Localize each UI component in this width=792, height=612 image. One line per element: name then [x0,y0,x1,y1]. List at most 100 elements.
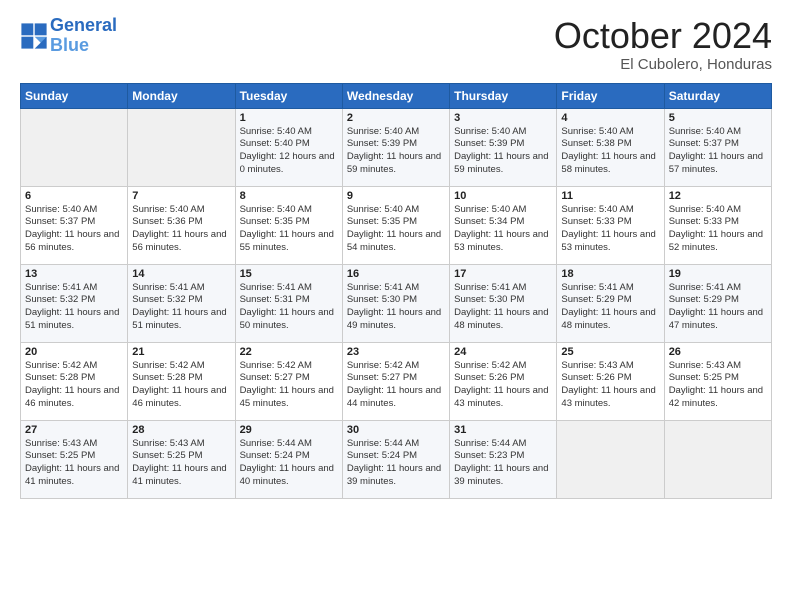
day-info: Sunrise: 5:42 AMSunset: 5:28 PMDaylight:… [132,360,230,411]
day-info: Sunrise: 5:43 AMSunset: 5:26 PMDaylight:… [561,360,659,411]
day-info: Sunrise: 5:40 AMSunset: 5:35 PMDaylight:… [347,204,445,255]
day-number: 16 [347,268,445,280]
day-info: Sunrise: 5:40 AMSunset: 5:39 PMDaylight:… [454,126,552,177]
day-info: Sunrise: 5:40 AMSunset: 5:39 PMDaylight:… [347,126,445,177]
day-number: 29 [240,424,338,436]
calendar-cell: 28 Sunrise: 5:43 AMSunset: 5:25 PMDayligh… [128,420,235,498]
calendar-cell: 11 Sunrise: 5:40 AMSunset: 5:33 PMDayligh… [557,186,664,264]
day-number: 23 [347,346,445,358]
col-sunday: Sunday [21,83,128,108]
col-saturday: Saturday [664,83,771,108]
calendar-cell: 25 Sunrise: 5:43 AMSunset: 5:26 PMDayligh… [557,342,664,420]
calendar-cell: 16 Sunrise: 5:41 AMSunset: 5:30 PMDayligh… [342,264,449,342]
calendar-cell: 21 Sunrise: 5:42 AMSunset: 5:28 PMDayligh… [128,342,235,420]
day-info: Sunrise: 5:40 AMSunset: 5:33 PMDaylight:… [561,204,659,255]
col-wednesday: Wednesday [342,83,449,108]
day-info: Sunrise: 5:44 AMSunset: 5:24 PMDaylight:… [240,438,338,489]
day-number: 13 [25,268,123,280]
day-info: Sunrise: 5:41 AMSunset: 5:32 PMDaylight:… [25,282,123,333]
day-info: Sunrise: 5:42 AMSunset: 5:28 PMDaylight:… [25,360,123,411]
calendar-cell: 29 Sunrise: 5:44 AMSunset: 5:24 PMDayligh… [235,420,342,498]
day-number: 20 [25,346,123,358]
calendar: Sunday Monday Tuesday Wednesday Thursday… [20,83,772,499]
logo-text: General Blue [50,16,117,56]
calendar-cell: 15 Sunrise: 5:41 AMSunset: 5:31 PMDayligh… [235,264,342,342]
logo-icon [20,22,48,50]
day-number: 12 [669,190,767,202]
calendar-cell: 10Sunrise: 5:40 AMSunset: 5:34 PMDayligh… [450,186,557,264]
day-number: 5 [669,112,767,124]
day-info: Sunrise: 5:40 AMSunset: 5:35 PMDaylight:… [240,204,338,255]
calendar-cell: 26 Sunrise: 5:43 AMSunset: 5:25 PMDayligh… [664,342,771,420]
calendar-cell [664,420,771,498]
calendar-cell: 23Sunrise: 5:42 AMSunset: 5:27 PMDayligh… [342,342,449,420]
logo: General Blue [20,16,117,56]
day-number: 18 [561,268,659,280]
calendar-cell: 31 Sunrise: 5:44 AMSunset: 5:23 PMDayligh… [450,420,557,498]
day-number: 3 [454,112,552,124]
day-number: 15 [240,268,338,280]
day-number: 26 [669,346,767,358]
day-number: 27 [25,424,123,436]
calendar-cell: 19 Sunrise: 5:41 AMSunset: 5:29 PMDayligh… [664,264,771,342]
col-friday: Friday [557,83,664,108]
day-info: Sunrise: 5:43 AMSunset: 5:25 PMDaylight:… [25,438,123,489]
calendar-cell: 5 Sunrise: 5:40 AMSunset: 5:37 PMDaylight… [664,108,771,186]
day-info: Sunrise: 5:40 AMSunset: 5:40 PMDaylight:… [240,126,338,177]
calendar-cell: 9 Sunrise: 5:40 AMSunset: 5:35 PMDaylight… [342,186,449,264]
day-info: Sunrise: 5:40 AMSunset: 5:37 PMDaylight:… [669,126,767,177]
day-number: 17 [454,268,552,280]
day-info: Sunrise: 5:40 AMSunset: 5:36 PMDaylight:… [132,204,230,255]
calendar-cell: 30 Sunrise: 5:44 AMSunset: 5:24 PMDayligh… [342,420,449,498]
day-info: Sunrise: 5:43 AMSunset: 5:25 PMDaylight:… [669,360,767,411]
day-info: Sunrise: 5:40 AMSunset: 5:38 PMDaylight:… [561,126,659,177]
day-number: 25 [561,346,659,358]
day-info: Sunrise: 5:40 AMSunset: 5:37 PMDaylight:… [25,204,123,255]
day-number: 19 [669,268,767,280]
calendar-cell: 3 Sunrise: 5:40 AMSunset: 5:39 PMDaylight… [450,108,557,186]
day-number: 2 [347,112,445,124]
calendar-cell: 18Sunrise: 5:41 AMSunset: 5:29 PMDayligh… [557,264,664,342]
day-number: 4 [561,112,659,124]
day-number: 21 [132,346,230,358]
day-info: Sunrise: 5:42 AMSunset: 5:26 PMDaylight:… [454,360,552,411]
day-info: Sunrise: 5:44 AMSunset: 5:23 PMDaylight:… [454,438,552,489]
page: General Blue October 2024 El Cubolero, H… [0,0,792,612]
location: El Cubolero, Honduras [554,56,772,73]
day-info: Sunrise: 5:41 AMSunset: 5:30 PMDaylight:… [454,282,552,333]
day-info: Sunrise: 5:43 AMSunset: 5:25 PMDaylight:… [132,438,230,489]
day-info: Sunrise: 5:44 AMSunset: 5:24 PMDaylight:… [347,438,445,489]
day-info: Sunrise: 5:41 AMSunset: 5:31 PMDaylight:… [240,282,338,333]
calendar-cell: 17 Sunrise: 5:41 AMSunset: 5:30 PMDayligh… [450,264,557,342]
day-number: 24 [454,346,552,358]
day-number: 1 [240,112,338,124]
calendar-cell: 7Sunrise: 5:40 AMSunset: 5:36 PMDaylight… [128,186,235,264]
day-number: 31 [454,424,552,436]
day-number: 30 [347,424,445,436]
day-number: 10 [454,190,552,202]
calendar-week-2: 13 Sunrise: 5:41 AMSunset: 5:32 PMDayligh… [21,264,772,342]
calendar-week-4: 27 Sunrise: 5:43 AMSunset: 5:25 PMDayligh… [21,420,772,498]
col-tuesday: Tuesday [235,83,342,108]
day-number: 22 [240,346,338,358]
calendar-week-1: 6 Sunrise: 5:40 AMSunset: 5:37 PMDaylight… [21,186,772,264]
calendar-cell: 22Sunrise: 5:42 AMSunset: 5:27 PMDayligh… [235,342,342,420]
month-title: October 2024 [554,16,772,56]
calendar-cell: 13 Sunrise: 5:41 AMSunset: 5:32 PMDayligh… [21,264,128,342]
day-number: 8 [240,190,338,202]
day-info: Sunrise: 5:40 AMSunset: 5:33 PMDaylight:… [669,204,767,255]
day-number: 9 [347,190,445,202]
calendar-cell: 27 Sunrise: 5:43 AMSunset: 5:25 PMDayligh… [21,420,128,498]
title-block: October 2024 El Cubolero, Honduras [554,16,772,73]
day-number: 28 [132,424,230,436]
day-info: Sunrise: 5:41 AMSunset: 5:29 PMDaylight:… [669,282,767,333]
calendar-cell: 24 Sunrise: 5:42 AMSunset: 5:26 PMDayligh… [450,342,557,420]
calendar-cell [128,108,235,186]
day-number: 11 [561,190,659,202]
day-number: 14 [132,268,230,280]
calendar-week-0: 1 Sunrise: 5:40 AMSunset: 5:40 PMDaylight… [21,108,772,186]
day-info: Sunrise: 5:41 AMSunset: 5:30 PMDaylight:… [347,282,445,333]
calendar-cell: 8 Sunrise: 5:40 AMSunset: 5:35 PMDaylight… [235,186,342,264]
day-number: 6 [25,190,123,202]
calendar-cell: 2 Sunrise: 5:40 AMSunset: 5:39 PMDaylight… [342,108,449,186]
